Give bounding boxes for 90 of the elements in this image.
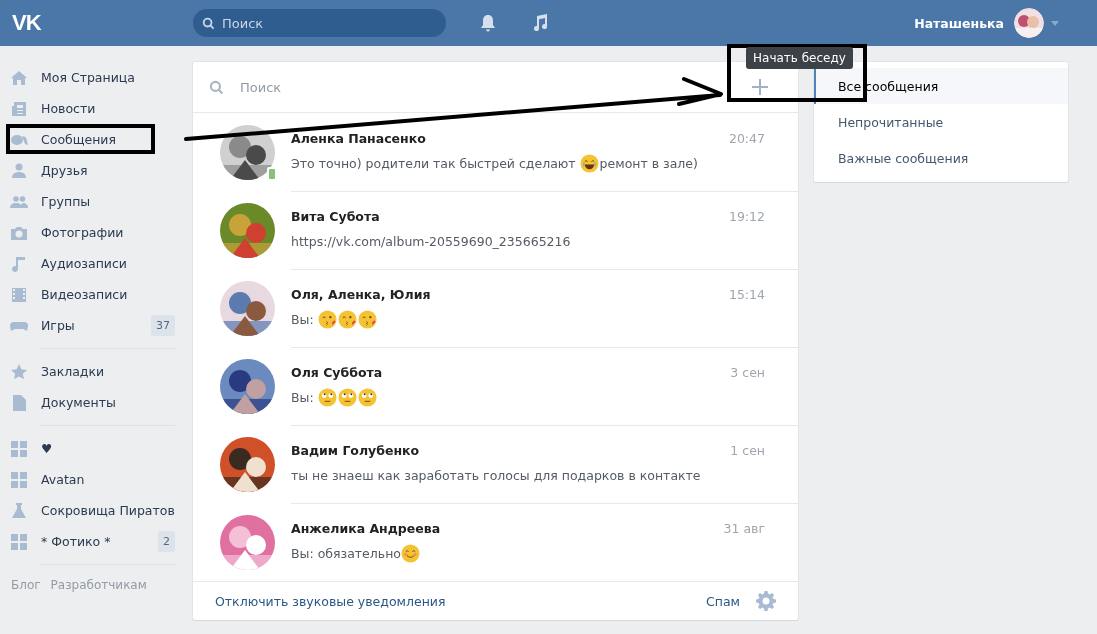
newspaper-icon bbox=[10, 99, 28, 118]
person-icon bbox=[10, 161, 28, 180]
sidebar-item[interactable]: ♥ bbox=[0, 433, 193, 464]
dialog-name: Аленка Панасенко bbox=[291, 131, 426, 146]
message-preview: Вы: bbox=[291, 389, 315, 405]
dialog-name: Вита Субота bbox=[291, 209, 380, 224]
plus-icon bbox=[752, 79, 768, 95]
logo[interactable]: VK bbox=[12, 10, 41, 35]
bell-icon[interactable] bbox=[478, 13, 498, 33]
dialog-row[interactable]: Оля, Аленка, Юлия 15:14 Вы: bbox=[193, 269, 798, 347]
sidebar-label: Аудиозаписи bbox=[41, 256, 128, 271]
sidebar-label: Новости bbox=[41, 101, 97, 116]
dialog-row[interactable]: Аленка Панасенко 20:47 Это точно) родители так быстрей сделают ремонт в зале) bbox=[193, 113, 798, 191]
sidebar-item[interactable]: Друзья bbox=[0, 155, 193, 186]
filter-item[interactable]: Все сообщения bbox=[814, 68, 1068, 104]
message-preview: Это точно) родители так быстрей сделают bbox=[291, 155, 577, 171]
sidebar-label: Закладки bbox=[41, 364, 106, 379]
counter-badge: 2 bbox=[158, 531, 175, 552]
dialog-time: 3 сен bbox=[730, 365, 765, 380]
message-preview: ты не знаеш как заработать голосы для подарков в контакте bbox=[291, 467, 701, 483]
dialog-row[interactable]: Оля Суббота 3 сен Вы: bbox=[193, 347, 798, 425]
sidebar-item[interactable]: Закладки bbox=[0, 356, 193, 387]
sidebar-label: * Фотико * bbox=[41, 534, 112, 549]
app-grid-icon bbox=[10, 532, 28, 551]
dialog-row[interactable]: Анжелика Андреева 31 авг Вы: обязательно bbox=[193, 503, 798, 581]
sidebar-label: Группы bbox=[41, 194, 92, 209]
sidebar-label: Сокровища Пиратов bbox=[41, 503, 175, 518]
sidebar-item[interactable]: Сокровища Пиратов bbox=[0, 495, 193, 526]
tooltip: Начать беседу bbox=[746, 47, 853, 69]
sidebar-label: Друзья bbox=[41, 163, 89, 178]
sidebar-item[interactable]: Новости bbox=[0, 93, 193, 124]
counter-badge: 37 bbox=[151, 315, 175, 336]
search-icon bbox=[209, 79, 224, 95]
sidebar-item[interactable]: Документы bbox=[0, 387, 193, 418]
eye-roll-emoji-icon bbox=[337, 387, 357, 407]
sidebar-item[interactable]: Сообщения bbox=[0, 124, 193, 155]
sidebar-label: Avatan bbox=[41, 472, 86, 487]
flask-icon bbox=[10, 501, 28, 520]
message-preview: ремонт в зале) bbox=[599, 155, 698, 171]
dialog-name: Вадим Голубенко bbox=[291, 443, 420, 458]
dialog-time: 20:47 bbox=[728, 131, 765, 146]
sidebar-label: Видеозаписи bbox=[41, 287, 129, 302]
message-preview: Вы: bbox=[291, 311, 315, 327]
dialog-time: 15:14 bbox=[728, 287, 765, 302]
filter-item[interactable]: Непрочитанные bbox=[814, 104, 1068, 140]
eye-roll-emoji-icon bbox=[357, 387, 377, 407]
sidebar-label: ♥ bbox=[41, 441, 54, 456]
kiss-emoji-icon bbox=[317, 309, 337, 329]
settings-icon[interactable] bbox=[756, 591, 776, 611]
dialog-time: 1 сен bbox=[730, 443, 765, 458]
sidebar-item[interactable]: Игры 37 bbox=[0, 310, 193, 341]
film-strip-icon bbox=[10, 285, 28, 304]
dialog-row[interactable]: Вита Субота 19:12 https://vk.com/album-20559690_235665216 bbox=[193, 191, 798, 269]
app-grid-icon bbox=[10, 439, 28, 458]
kiss-emoji-icon bbox=[337, 309, 357, 329]
sidebar-item[interactable]: Видеозаписи bbox=[0, 279, 193, 310]
message-preview: https://vk.com/album-20559690_235665216 bbox=[291, 233, 571, 249]
sidebar-label: Сообщения bbox=[41, 132, 117, 147]
dialog-name: Оля, Аленка, Юлия bbox=[291, 287, 431, 302]
dialog-time: 19:12 bbox=[728, 209, 765, 224]
sidebar-item[interactable]: Аудиозаписи bbox=[0, 248, 193, 279]
dialog-time: 31 авг bbox=[723, 521, 765, 536]
mute-sounds-link[interactable]: Отключить звуковые уведомления bbox=[215, 593, 446, 609]
star-icon bbox=[10, 362, 28, 381]
message-preview: Вы: обязательно bbox=[291, 545, 401, 561]
music-note-icon bbox=[10, 254, 28, 273]
filter-item[interactable]: Важные сообщения bbox=[814, 140, 1068, 176]
sidebar-item[interactable]: Avatan bbox=[0, 464, 193, 495]
user-name[interactable]: Наташенька bbox=[914, 15, 1004, 31]
smile-emoji-icon bbox=[400, 543, 420, 563]
dialog-row[interactable]: Вадим Голубенко 1 сен ты не знаеш как заработать голосы для подарков в контакте bbox=[193, 425, 798, 503]
sidebar-item[interactable]: * Фотико * 2 bbox=[0, 526, 193, 557]
eye-roll-emoji-icon bbox=[317, 387, 337, 407]
dialog-name: Анжелика Андреева bbox=[291, 521, 441, 536]
laughing-emoji-icon bbox=[579, 153, 599, 173]
sidebar-label: Игры bbox=[41, 318, 76, 333]
document-icon bbox=[10, 393, 28, 412]
sidebar-item[interactable]: Фотографии bbox=[0, 217, 193, 248]
spam-link[interactable]: Спам bbox=[706, 593, 740, 609]
kiss-emoji-icon bbox=[357, 309, 377, 329]
caret-icon[interactable] bbox=[1051, 20, 1059, 26]
sidebar-item[interactable]: Моя Страница bbox=[0, 62, 193, 93]
sidebar-item[interactable]: Группы bbox=[0, 186, 193, 217]
dialog-name: Оля Суббота bbox=[291, 365, 383, 380]
header-search-field[interactable]: Поиск bbox=[193, 9, 446, 37]
sidebar-label: Моя Страница bbox=[41, 70, 136, 85]
app-grid-icon bbox=[10, 470, 28, 489]
house-icon bbox=[10, 68, 28, 87]
sidebar-label: Фотографии bbox=[41, 225, 125, 240]
sidebar-label: Документы bbox=[41, 395, 117, 410]
